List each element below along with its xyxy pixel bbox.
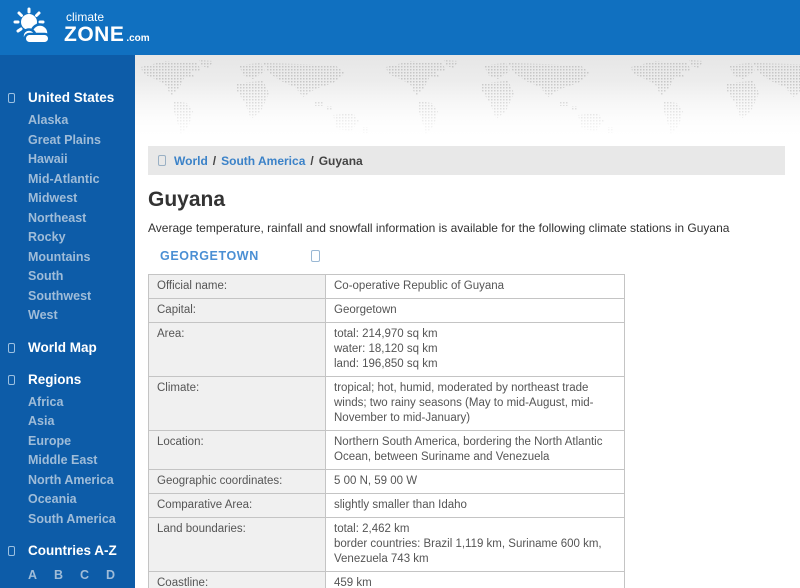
fact-line: 459 km	[334, 577, 372, 588]
sidebar-section-world-map: World Map	[0, 338, 135, 358]
fact-value: total: 214,970 sq km water: 18,120 sq km l…	[325, 322, 625, 377]
fact-value: tropical; hot, humid, moderated by north…	[325, 376, 625, 431]
breadcrumb-separator: /	[310, 153, 314, 168]
fact-row: Location: Northern South America, borderi…	[148, 430, 625, 470]
fact-label: Coastline:	[148, 571, 326, 588]
fact-label: Official name:	[148, 274, 326, 299]
country-facts-table: Official name: Co-operative Republic of G…	[148, 274, 625, 588]
sidebar-item-africa[interactable]: Africa	[28, 393, 128, 413]
sidebar-item-alaska[interactable]: Alaska	[28, 111, 128, 131]
fact-line: Co-operative Republic of Guyana	[334, 280, 505, 292]
sidebar-section-regions: Regions Africa Asia Europe Middle East North …	[0, 370, 135, 530]
breadcrumb-separator: /	[212, 153, 217, 168]
section-bullet-icon	[8, 374, 15, 385]
sidebar-item-southwest[interactable]: Southwest	[28, 287, 128, 307]
fact-row: Coastline: 459 km	[148, 571, 625, 588]
page-intro: Average temperature, rainfall and snowfa…	[148, 221, 730, 235]
sidebar-section-countries-a-z: Countries A-Z A B C D	[0, 541, 135, 586]
fact-line: total: 214,970 sq km	[334, 328, 438, 340]
map-fade-overlay	[135, 55, 800, 143]
sidebar-item-middle-east[interactable]: Middle East	[28, 451, 128, 471]
page: climate ZONE .com United States Alaska Gre…	[0, 0, 800, 588]
sun-cloud-icon	[13, 7, 51, 45]
fact-value: slightly smaller than Idaho	[325, 493, 625, 518]
sidebar-item-great-plains[interactable]: Great Plains	[28, 131, 128, 151]
fact-label: Geographic coordinates:	[148, 469, 326, 494]
fact-label: Climate:	[148, 376, 326, 431]
station-row: GEORGETOWN	[148, 248, 785, 264]
fact-row: Comparative Area: slightly smaller than I…	[148, 493, 625, 518]
fact-row: Land boundaries: total: 2,462 km border co…	[148, 517, 625, 572]
page-title: Guyana	[148, 188, 226, 211]
sidebar-item-d[interactable]: D	[106, 564, 132, 586]
fact-value: Co-operative Republic of Guyana	[325, 274, 625, 299]
logo-zone-label: ZONE	[64, 23, 125, 46]
fact-row: Official name: Co-operative Republic of G…	[148, 274, 625, 299]
sidebar-item-europe[interactable]: Europe	[28, 432, 128, 452]
fact-label: Comparative Area:	[148, 493, 326, 518]
sidebar-item-asia[interactable]: Asia	[28, 412, 128, 432]
fact-row: Climate: tropical; hot, humid, moderated …	[148, 376, 625, 431]
breadcrumb-link-south-america[interactable]: South America	[221, 154, 305, 168]
sidebar-item-hawaii[interactable]: Hawaii	[28, 150, 128, 170]
main-content: World / South America / Guyana Guyana Av…	[135, 55, 800, 588]
fact-row: Capital: Georgetown	[148, 298, 625, 323]
fact-value: 5 00 N, 59 00 W	[325, 469, 625, 494]
fact-label: Area:	[148, 322, 326, 377]
logo-tld-label: .com	[126, 33, 150, 44]
fact-line: slightly smaller than Idaho	[334, 499, 467, 511]
sidebar-item-oceania[interactable]: Oceania	[28, 490, 128, 510]
sidebar-section-united-states: United States Alaska Great Plains Hawaii Mid…	[0, 88, 135, 326]
fact-line: total: 2,462 km	[334, 523, 410, 535]
fact-value: Georgetown	[325, 298, 625, 323]
logo-climate-label: climate	[66, 10, 105, 24]
site-logo[interactable]: climate ZONE .com	[12, 7, 150, 49]
sidebar-item-south[interactable]: South	[28, 267, 128, 287]
sidebar-item-b[interactable]: B	[54, 564, 80, 586]
sidebar-item-south-america[interactable]: South America	[28, 510, 128, 530]
section-bullet-icon	[8, 342, 15, 353]
fact-line: water: 18,120 sq km	[334, 343, 438, 355]
sidebar-item-mid-atlantic[interactable]: Mid-Atlantic	[28, 170, 128, 190]
sidebar-item-midwest[interactable]: Midwest	[28, 189, 128, 209]
breadcrumb: World / South America / Guyana	[148, 146, 785, 175]
fact-line: border countries: Brazil 1,119 km, Surin…	[334, 538, 602, 565]
sidebar-header-regions[interactable]: Regions	[28, 370, 81, 390]
logo-text: climate ZONE .com	[64, 11, 150, 45]
fact-value: total: 2,462 km border countries: Brazil …	[325, 517, 625, 572]
station-placeholder-icon[interactable]	[310, 250, 320, 262]
fact-line: land: 196,850 sq km	[334, 358, 438, 370]
fact-value: 459 km	[325, 571, 625, 588]
section-bullet-icon	[8, 93, 15, 103]
sidebar-item-west[interactable]: West	[28, 306, 128, 326]
fact-label: Land boundaries:	[148, 517, 326, 572]
breadcrumb-link-world[interactable]: World	[174, 154, 208, 168]
sidebar-item-northeast[interactable]: Northeast	[28, 209, 128, 229]
fact-label: Location:	[148, 430, 326, 470]
sidebar-header-world-map[interactable]: World Map	[28, 338, 97, 358]
fact-line: Northern South America, bordering the No…	[334, 436, 603, 463]
breadcrumb-current: Guyana	[318, 153, 363, 168]
fact-line: 5 00 N, 59 00 W	[334, 475, 418, 487]
fact-label: Capital:	[148, 298, 326, 323]
section-bullet-icon	[8, 546, 15, 556]
fact-value: Northern South America, bordering the No…	[325, 430, 625, 470]
app-header: climate ZONE .com	[0, 0, 800, 55]
fact-line: Georgetown	[334, 304, 397, 316]
fact-row: Area: total: 214,970 sq km water: 18,120 s…	[148, 322, 625, 377]
sidebar-item-north-america[interactable]: North America	[28, 471, 128, 491]
sidebar-header-united-states[interactable]: United States	[28, 88, 114, 108]
sidebar-item-rocky-mountains[interactable]: Rocky Mountains	[28, 228, 128, 267]
sidebar-header-countries-a-z[interactable]: Countries A-Z	[28, 541, 117, 561]
fact-row: Geographic coordinates: 5 00 N, 59 00 W	[148, 469, 625, 494]
world-map-banner	[135, 55, 800, 143]
fact-line: tropical; hot, humid, moderated by north…	[334, 382, 594, 424]
sidebar-nav: United States Alaska Great Plains Hawaii Mid…	[0, 55, 135, 588]
sidebar-item-c[interactable]: C	[80, 564, 106, 586]
sidebar-item-a[interactable]: A	[28, 564, 54, 586]
station-link-georgetown[interactable]: GEORGETOWN	[160, 249, 259, 263]
breadcrumb-placeholder-icon	[158, 155, 166, 166]
